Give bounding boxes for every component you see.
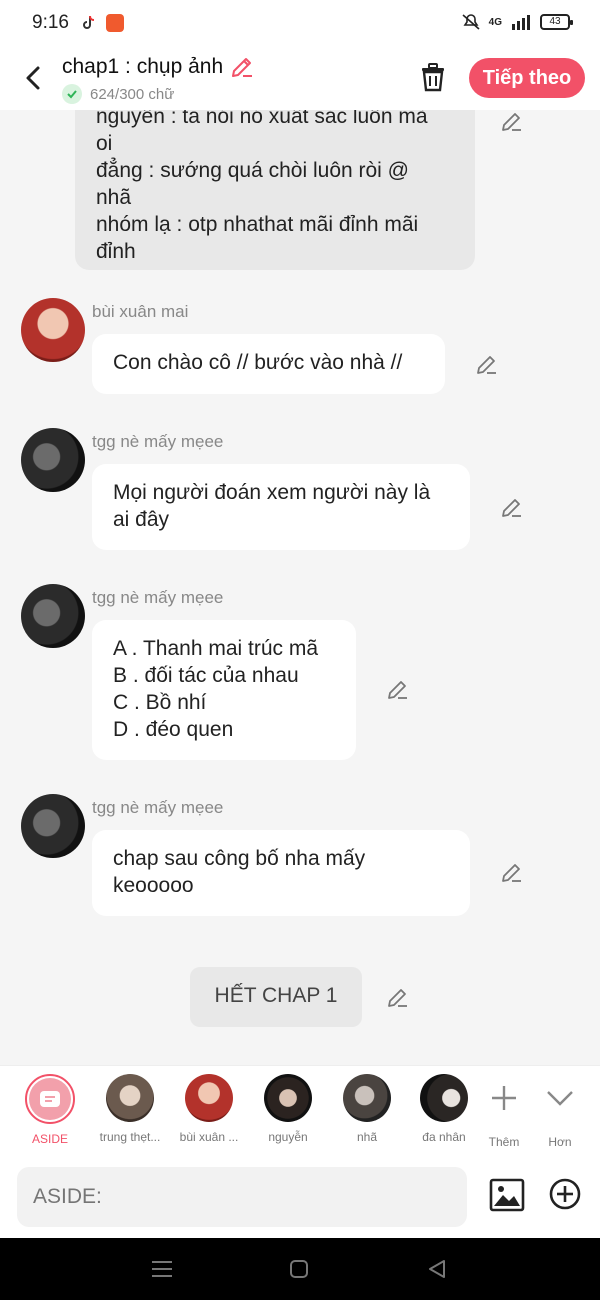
avatar-bui-xuan-mai[interactable] — [21, 298, 85, 362]
mute-icon — [462, 14, 480, 30]
option-line: A . Thanh mai trúc mã — [113, 637, 319, 660]
check-icon — [62, 84, 82, 104]
trash-icon[interactable] — [416, 60, 450, 94]
message-input[interactable] — [17, 1167, 467, 1227]
character-avatar — [106, 1074, 154, 1122]
shop-notification-icon — [106, 14, 124, 32]
chapter-title[interactable]: chap1 : chụp ảnh — [62, 54, 255, 80]
aside-message-icon — [40, 1091, 60, 1107]
signal-icon — [512, 15, 530, 30]
avatar-tgg[interactable] — [21, 428, 85, 492]
aside-line: nhóm lạ : otp nhathat mãi đỉnh mãi — [96, 213, 419, 236]
character-bui-xuan[interactable]: bùi xuân ... — [169, 1074, 249, 1144]
more-label: Hơn — [548, 1135, 572, 1149]
character-avatar — [420, 1074, 468, 1122]
character-label: nguyễn — [268, 1130, 308, 1144]
network-label: 4G — [488, 16, 502, 28]
aside-line: nhã — [96, 186, 132, 209]
system-nav-bar — [0, 1238, 600, 1300]
more-button[interactable]: Hơn — [520, 1074, 600, 1149]
word-count-text: 624/300 chữ — [90, 85, 175, 103]
message-bubble[interactable]: A . Thanh mai trúc mã B . đối tác của nh… — [92, 620, 356, 760]
character-avatar — [264, 1074, 312, 1122]
aside-line: đỉnh — [96, 240, 136, 263]
sender-name: tgg nè mấy mẹee — [92, 432, 224, 451]
edit-message-icon[interactable] — [386, 678, 410, 702]
character-label: bùi xuân ... — [179, 1130, 239, 1144]
edit-message-icon[interactable] — [500, 861, 524, 885]
message-text: chap sau công bố nha mấy keooooo — [113, 847, 366, 897]
character-label: ASIDE — [31, 1132, 68, 1146]
home-icon[interactable] — [290, 1260, 308, 1278]
chapter-title-text: chap1 : chụp ảnh — [62, 55, 224, 78]
image-icon[interactable] — [489, 1177, 525, 1213]
menu-icon[interactable] — [152, 1260, 172, 1278]
sender-name: bùi xuân mai — [92, 302, 189, 321]
option-line: D . đéo quen — [113, 718, 234, 741]
status-bar: 9:16 4G 43 — [0, 0, 600, 46]
aside-line: nguyễn : ta nói nó xuất sắc luôn mà — [96, 110, 428, 128]
character-label: trung thẹt... — [99, 1130, 161, 1144]
message-text: Mọi người đoán xem người này là ai đây — [113, 481, 431, 531]
composer — [0, 1157, 600, 1238]
option-line: B . đối tác của nhau — [113, 664, 299, 687]
aside-bubble[interactable]: nguyễn : ta nói nó xuất sắc luôn mà oi đ… — [75, 110, 475, 270]
message-text: Con chào cô // bước vào nhà // — [113, 351, 403, 374]
status-time: 9:16 — [32, 12, 69, 33]
edit-message-icon[interactable] — [475, 353, 499, 377]
battery-icon: 43 — [540, 14, 573, 30]
back-icon[interactable] — [428, 1259, 446, 1279]
character-trung[interactable]: trung thẹt... — [90, 1074, 170, 1144]
option-line: C . Bồ nhí — [113, 691, 207, 714]
character-nha[interactable]: nhã — [327, 1074, 407, 1144]
back-arrow-icon[interactable] — [18, 60, 48, 96]
character-aside[interactable]: ASIDE — [10, 1074, 90, 1146]
character-avatar — [185, 1074, 233, 1122]
message-bubble[interactable]: chap sau công bố nha mấy keooooo — [92, 830, 470, 916]
end-chapter-label[interactable]: HẾT CHAP 1 — [190, 967, 362, 1027]
tiktok-notification-icon — [80, 14, 98, 32]
avatar-tgg[interactable] — [21, 794, 85, 858]
character-avatar — [343, 1074, 391, 1122]
sender-name: tgg nè mấy mẹee — [92, 588, 224, 607]
next-button[interactable]: Tiếp theo — [469, 58, 585, 98]
edit-title-icon[interactable] — [229, 54, 255, 80]
character-label: nhã — [356, 1130, 378, 1144]
edit-message-icon[interactable] — [500, 110, 524, 134]
message-bubble[interactable]: Con chào cô // bước vào nhà // — [92, 334, 445, 394]
aside-line: oi — [96, 132, 113, 155]
word-count: 624/300 chữ — [62, 84, 174, 104]
sender-name: tgg nè mấy mẹee — [92, 798, 224, 817]
add-icon[interactable] — [548, 1177, 582, 1211]
message-bubble[interactable]: Mọi người đoán xem người này là ai đây — [92, 464, 470, 550]
character-nguyen[interactable]: nguyễn — [248, 1074, 328, 1144]
edit-message-icon[interactable] — [386, 986, 410, 1010]
chapter-header: chap1 : chụp ảnh 624/300 chữ Tiếp theo — [0, 46, 600, 110]
chevron-down-icon — [547, 1091, 573, 1106]
avatar-tgg[interactable] — [21, 584, 85, 648]
edit-message-icon[interactable] — [500, 496, 524, 520]
aside-line: đẳng : sướng quá chòi luôn ròi @ — [96, 159, 410, 182]
chat-area[interactable]: nguyễn : ta nói nó xuất sắc luôn mà oi đ… — [0, 110, 600, 1065]
character-selector: ASIDE trung thẹt... bùi xuân ... nguyễn … — [0, 1065, 600, 1157]
